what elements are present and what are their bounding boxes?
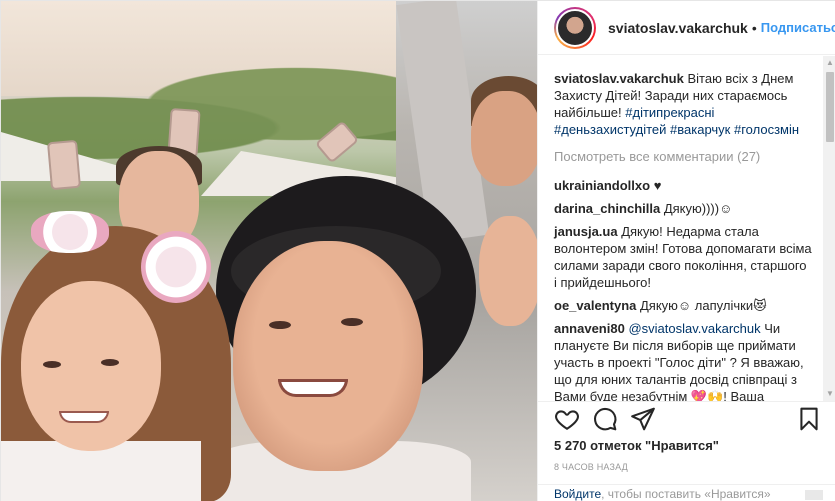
scroll-down-arrow-icon[interactable]: ▼ <box>823 387 835 401</box>
comments-list: sviatoslav.vakarchuk Вітаю всіх з Днем З… <box>538 56 828 401</box>
share-paper-plane-icon[interactable] <box>630 406 656 432</box>
login-prompt: Войдите, чтобы поставить «Нравится» <box>538 484 835 501</box>
photo-phone <box>46 139 82 191</box>
instagram-post: sviatoslav.vakarchuk • Подписаться sviat… <box>0 0 835 501</box>
comment-mention[interactable]: @sviatoslav.vakarchuk <box>628 321 760 336</box>
follow-button[interactable]: Подписаться <box>761 20 835 35</box>
comment-item: ukrainiandollxo ♥ <box>554 177 812 194</box>
comment-item: annaveni80 @sviatoslav.vakarchuk Чи план… <box>554 320 812 401</box>
photo-hair-bow <box>31 211 109 253</box>
photo-hair-bow <box>141 231 211 303</box>
photo-girl-face <box>21 281 161 451</box>
scrollbar-thumb[interactable] <box>826 72 834 142</box>
comment-bubble-icon[interactable] <box>592 406 618 432</box>
view-all-comments-link[interactable]: Посмотреть все комментарии (27) <box>554 148 812 165</box>
comment-username[interactable]: oe_valentyna <box>554 298 636 313</box>
action-icons <box>554 406 822 436</box>
login-link[interactable]: Войдите <box>554 487 601 501</box>
bookmark-icon[interactable] <box>796 406 822 432</box>
hashtag-link[interactable]: #вакарчук <box>670 122 730 137</box>
post-timestamp[interactable]: 8 ЧАСОВ НАЗАД <box>554 462 628 472</box>
comment-username[interactable]: janusja.ua <box>554 224 618 239</box>
hashtag-link[interactable]: #деньзахистудітей <box>554 122 666 137</box>
caption-username[interactable]: sviatoslav.vakarchuk <box>554 71 684 86</box>
post-header: sviatoslav.vakarchuk • Подписаться <box>538 1 835 55</box>
header-separator: • <box>751 19 757 36</box>
caption: sviatoslav.vakarchuk Вітаю всіх з Днем З… <box>554 70 812 138</box>
comments-scrollbar[interactable]: ▲ ▼ <box>823 56 835 401</box>
comment-username[interactable]: annaveni80 <box>554 321 625 336</box>
photo-eye <box>341 318 363 326</box>
heart-icon[interactable] <box>554 406 580 432</box>
avatar[interactable] <box>554 6 596 49</box>
scroll-up-arrow-icon[interactable]: ▲ <box>823 56 835 70</box>
comment-username[interactable]: ukrainiandollxo <box>554 178 650 193</box>
photo-smile <box>278 379 348 397</box>
post-actions: 5 270 отметок "Нравится" 8 ЧАСОВ НАЗАД В… <box>538 401 835 501</box>
horizontal-scroll-handle[interactable] <box>805 490 823 500</box>
photo-smile <box>59 411 109 423</box>
post-photo[interactable] <box>1 1 537 501</box>
photo-eye <box>101 359 119 366</box>
comment-text: Дякую))))☺ <box>663 201 733 216</box>
hashtag-link[interactable]: #голосзмін <box>734 122 799 137</box>
post-sidebar: sviatoslav.vakarchuk • Подписаться sviat… <box>537 1 835 501</box>
comment-username[interactable]: darina_chinchilla <box>554 201 660 216</box>
photo-eye <box>269 321 291 329</box>
likes-count[interactable]: 5 270 отметок "Нравится" <box>554 438 719 453</box>
avatar-image <box>556 8 594 47</box>
comment-item: janusja.ua Дякую! Недарма стала волонтер… <box>554 223 812 291</box>
photo-man-face <box>233 241 423 471</box>
comment-item: oe_valentyna Дякую☺ лапулічки😻 <box>554 297 812 314</box>
photo-eye <box>43 361 61 368</box>
comment-text: ♥ <box>653 178 662 193</box>
comment-item: darina_chinchilla Дякую))))☺ <box>554 200 812 217</box>
login-prompt-text: , чтобы поставить «Нравится» <box>601 487 771 501</box>
comment-text: Дякую☺ лапулічки😻 <box>640 298 767 313</box>
header-username[interactable]: sviatoslav.vakarchuk <box>608 20 748 36</box>
hashtag-link[interactable]: #дітипрекрасні <box>625 105 714 120</box>
photo-person-face <box>479 216 537 326</box>
photo-person-face <box>471 91 537 186</box>
